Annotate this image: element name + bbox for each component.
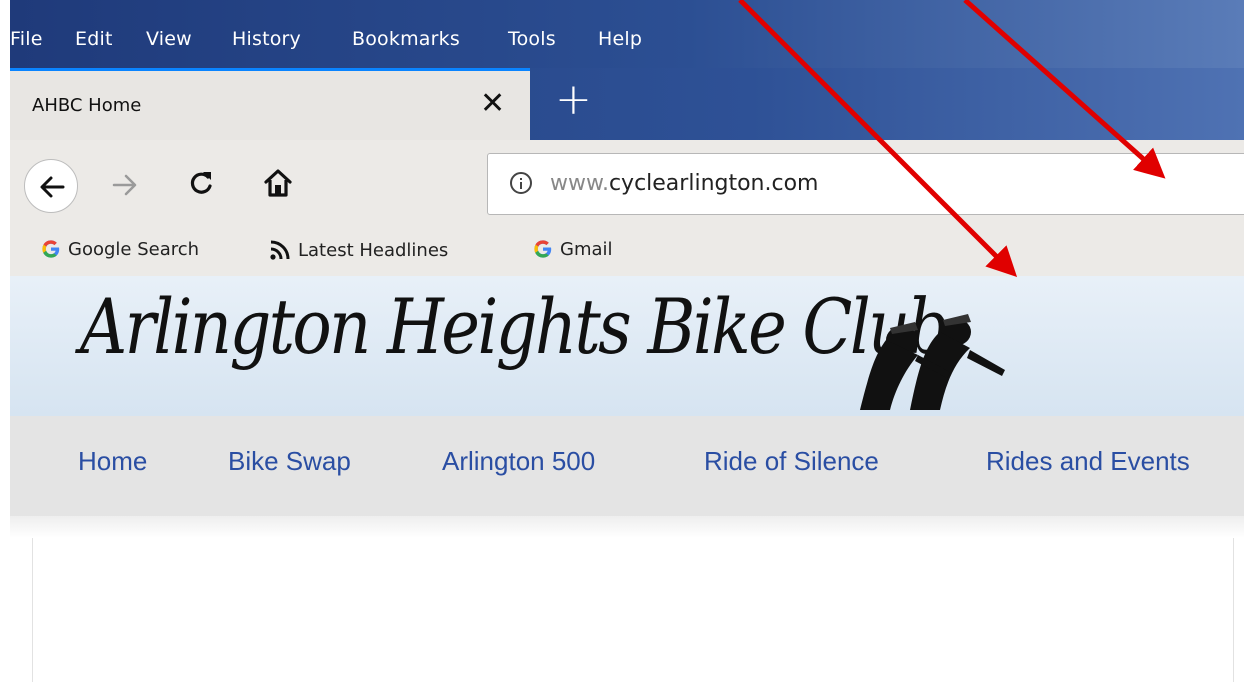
- reload-icon[interactable]: [186, 168, 216, 198]
- nav-link-arlington-500[interactable]: Arlington 500: [442, 446, 595, 477]
- menu-view[interactable]: View: [146, 28, 192, 50]
- bookmark-label: Gmail: [560, 238, 613, 260]
- address-bar[interactable]: www.cyclearlington.com: [487, 153, 1244, 215]
- page-body: [32, 538, 1234, 682]
- menu-edit[interactable]: Edit: [75, 28, 113, 50]
- bookmark-gmail[interactable]: Gmail: [532, 238, 613, 260]
- divider: [10, 516, 1244, 538]
- google-icon: [534, 240, 552, 258]
- menu-history[interactable]: History: [232, 28, 301, 50]
- menu-bar: File Edit View History Bookmarks Tools H…: [10, 0, 1244, 68]
- nav-link-bike-swap[interactable]: Bike Swap: [228, 446, 351, 477]
- close-tab-icon[interactable]: ✕: [480, 89, 505, 119]
- menu-bookmarks[interactable]: Bookmarks: [352, 28, 460, 50]
- tab-strip: AHBC Home ✕ +: [10, 68, 1244, 140]
- tab-active[interactable]: AHBC Home ✕: [10, 68, 530, 140]
- back-arrow-icon: [40, 176, 65, 198]
- menu-file[interactable]: File: [10, 28, 43, 50]
- site-title[interactable]: Arlington Heights Bike Club: [80, 282, 950, 371]
- google-icon: [42, 240, 60, 258]
- navigation-toolbar: www.cyclearlington.com: [10, 140, 1244, 226]
- menu-tools[interactable]: Tools: [508, 28, 556, 50]
- forward-arrow-icon[interactable]: [110, 170, 140, 200]
- url-prefix: www.: [550, 171, 609, 196]
- bookmark-label: Latest Headlines: [298, 239, 449, 261]
- site-info-icon[interactable]: [510, 172, 532, 194]
- browser-window: File Edit View History Bookmarks Tools H…: [10, 0, 1244, 682]
- url-domain: cyclearlington.com: [608, 171, 819, 196]
- bookmark-label: Google Search: [68, 238, 200, 260]
- nav-link-ride-of-silence[interactable]: Ride of Silence: [704, 446, 879, 477]
- rss-icon: [270, 240, 290, 260]
- nav-link-rides-and-events[interactable]: Rides and Events: [986, 446, 1190, 477]
- back-button[interactable]: [24, 159, 78, 213]
- bookmark-google-search[interactable]: Google Search: [40, 238, 199, 260]
- home-icon[interactable]: [262, 167, 294, 199]
- site-navigation: Home Bike Swap Arlington 500 Ride of Sil…: [10, 416, 1244, 516]
- nav-link-home[interactable]: Home: [78, 446, 147, 477]
- url-text: www.cyclearlington.com: [550, 171, 818, 196]
- menu-help[interactable]: Help: [598, 28, 642, 50]
- cyclists-image: [860, 314, 1005, 410]
- new-tab-button[interactable]: +: [555, 78, 592, 122]
- bookmark-latest-headlines[interactable]: Latest Headlines: [268, 238, 448, 262]
- tab-title: AHBC Home: [32, 95, 142, 116]
- bookmarks-toolbar: Google Search Latest Headlines Gmail: [10, 226, 1244, 276]
